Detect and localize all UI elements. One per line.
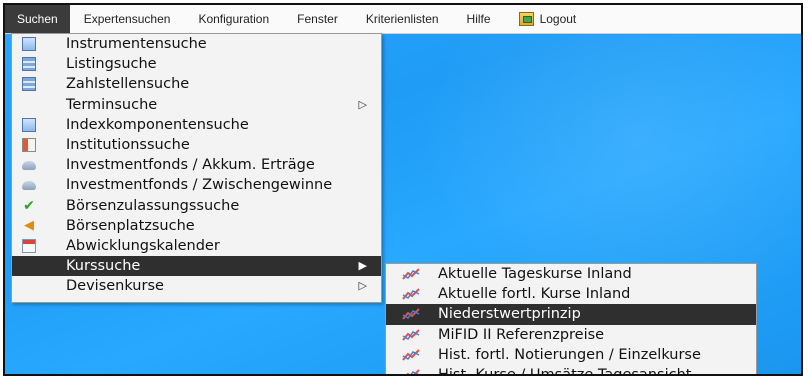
menu-item-label: Terminsuche: [66, 96, 158, 113]
logout-icon: [518, 12, 534, 26]
checkmark-icon: ✔: [23, 197, 35, 214]
submenu-item-tageskurse-inland[interactable]: Aktuelle Tageskurse Inland: [386, 264, 756, 284]
application-window: Suchen Expertensuchen Konfiguration Fens…: [3, 3, 803, 376]
cloud-icon: [22, 181, 36, 191]
chart-icon: [402, 268, 420, 280]
submenu-item-label: Hist. Kurse / Umsätze Tagesansicht: [438, 366, 692, 376]
menu-item-instrumentensuche[interactable]: Instrumentensuche: [12, 34, 381, 54]
submenu-arrow-icon: ▷: [358, 97, 367, 111]
menu-expertensuchen[interactable]: Expertensuchen: [70, 5, 185, 33]
institution-icon: [22, 137, 36, 152]
logout-label: Logout: [539, 12, 577, 26]
submenu-item-label: Hist. fortl. Notierungen / Einzelkurse: [438, 346, 701, 363]
chart-icon: [402, 288, 420, 300]
submenu-item-label: Aktuelle fortl. Kurse Inland: [438, 286, 631, 303]
kurssuche-submenu: Aktuelle Tageskurse Inland Aktuelle fort…: [385, 263, 757, 376]
menu-item-boersenzulassungssuche[interactable]: ✔ Börsenzulassungssuche: [12, 196, 381, 216]
menu-item-label: Indexkomponentensuche: [66, 116, 249, 133]
menu-item-label: Börsenplatzsuche: [66, 217, 195, 234]
document-icon: [22, 117, 36, 132]
menu-fenster[interactable]: Fenster: [283, 5, 352, 33]
chart-icon: [402, 308, 420, 321]
menu-item-label: Listingsuche: [66, 56, 157, 73]
submenu-item-label: Niederstwertprinzip: [438, 306, 581, 323]
menu-item-zahlstellensuche[interactable]: Zahlstellensuche: [12, 74, 381, 94]
submenu-item-fortl-kurse-inland[interactable]: Aktuelle fortl. Kurse Inland: [386, 284, 756, 304]
submenu-item-label: MiFID II Referenzpreise: [438, 326, 605, 343]
menu-item-label: Investmentfonds / Akkum. Erträge: [66, 157, 315, 174]
chart-icon: [402, 349, 420, 361]
menu-item-terminsuche[interactable]: Terminsuche ▷: [12, 95, 381, 115]
menu-suchen[interactable]: Suchen: [5, 5, 70, 33]
submenu-item-label: Aktuelle Tageskurse Inland: [438, 266, 632, 282]
menu-item-label: Institutionssuche: [66, 136, 190, 153]
menu-item-label: Devisenkurse: [66, 278, 164, 295]
horn-icon: ◀: [24, 217, 34, 233]
submenu-arrow-icon: ▷: [358, 279, 367, 293]
menu-item-investmentfonds-zwischen[interactable]: Investmentfonds / Zwischengewinne: [12, 175, 381, 195]
submenu-item-hist-fortl-notierungen[interactable]: Hist. fortl. Notierungen / Einzelkurse: [386, 345, 756, 365]
menu-item-investmentfonds-akkum[interactable]: Investmentfonds / Akkum. Erträge: [12, 155, 381, 175]
menu-item-institutionssuche[interactable]: Institutionssuche: [12, 135, 381, 155]
menu-logout[interactable]: Logout: [505, 5, 591, 33]
chart-icon: [406, 369, 420, 374]
menu-item-abwicklungskalender[interactable]: Abwicklungskalender: [12, 236, 381, 256]
submenu-item-niederstwertprinzip[interactable]: Niederstwertprinzip: [386, 304, 756, 325]
submenu-item-hist-kurse-umsaetze[interactable]: Hist. Kurse / Umsätze Tagesansicht: [386, 365, 756, 376]
document-icon: [22, 37, 36, 51]
submenu-item-mifid-referenzpreise[interactable]: MiFID II Referenzpreise: [386, 325, 756, 345]
menu-item-indexkomponentensuche[interactable]: Indexkomponentensuche: [12, 115, 381, 135]
menu-item-label: Zahlstellensuche: [66, 76, 190, 93]
menu-item-listingsuche[interactable]: Listingsuche: [12, 54, 381, 74]
menu-item-devisenkurse[interactable]: Devisenkurse ▷: [12, 276, 381, 296]
menu-hilfe[interactable]: Hilfe: [453, 5, 505, 33]
menu-item-label: Abwicklungskalender: [66, 237, 220, 254]
calendar-icon: [22, 238, 36, 253]
menu-kriterienlisten[interactable]: Kriterienlisten: [352, 5, 453, 33]
cloud-icon: [22, 161, 36, 171]
menu-konfiguration[interactable]: Konfiguration: [184, 5, 283, 33]
menu-item-label: Investmentfonds / Zwischengewinne: [66, 177, 333, 194]
chart-icon: [402, 328, 420, 341]
menu-item-boersenplatzsuche[interactable]: ◀ Börsenplatzsuche: [12, 216, 381, 236]
submenu-arrow-icon: ▶: [358, 259, 367, 273]
menu-bar: Suchen Expertensuchen Konfiguration Fens…: [5, 5, 801, 34]
menu-item-kurssuche[interactable]: Kurssuche ▶: [12, 256, 381, 277]
list-icon: [22, 77, 36, 92]
menu-item-label: Kurssuche: [66, 258, 141, 275]
menu-item-label: Börsenzulassungssuche: [66, 197, 240, 214]
list-icon: [22, 57, 36, 72]
menu-item-label: Instrumentensuche: [66, 36, 207, 52]
suchen-dropdown-menu: Instrumentensuche Listingsuche Zahlstell…: [11, 33, 382, 303]
